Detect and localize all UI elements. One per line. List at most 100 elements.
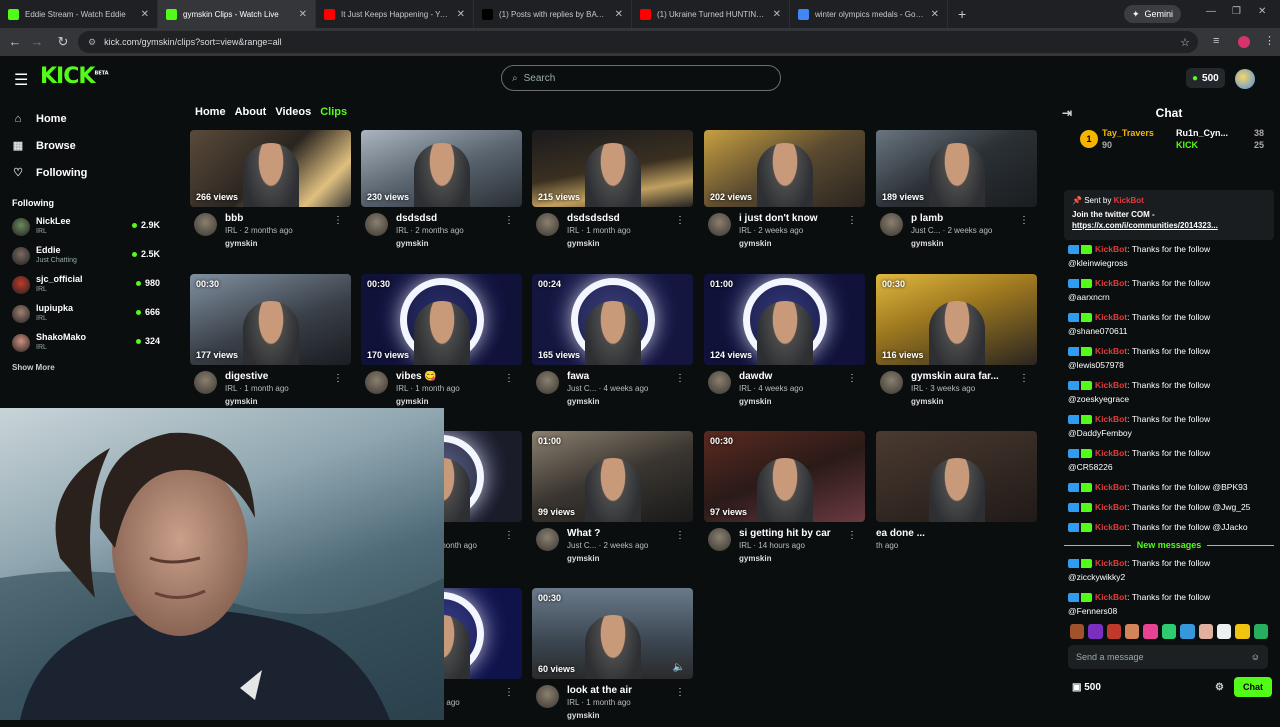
emote-icon[interactable] [1198,624,1213,639]
more-options-icon[interactable]: ⋮ [1019,215,1029,226]
clip-card[interactable]: 00:30 170 views vibes 😋 IRL · 1 month ago gy… [361,274,522,413]
chat-input[interactable]: Send a message ☺ [1068,645,1268,669]
tab-about[interactable]: About [235,106,267,118]
profile-avatar[interactable] [1238,36,1250,48]
emote-icon[interactable] [1216,624,1232,639]
clip-thumbnail[interactable]: 00:30 60 views 🔈 [532,588,693,679]
clip-card[interactable]: 00:30 97 views si getting hit by car IRL · … [704,431,865,570]
more-options-icon[interactable]: ⋮ [675,215,685,226]
channel-avatar[interactable] [365,371,388,394]
clip-title[interactable]: look at the air [567,685,677,696]
sidebar-item-following[interactable]: ♡ Following [0,159,180,186]
tab-close-icon[interactable]: ✕ [931,9,939,20]
channel-avatar[interactable] [536,528,559,551]
clip-title[interactable]: fawa [567,371,677,382]
channel-avatar[interactable] [880,213,903,236]
following-channel[interactable]: NickLee IRL 2.9K [0,212,180,241]
clip-thumbnail[interactable]: 01:00 99 views [532,431,693,522]
new-messages-divider[interactable]: New messages [1058,540,1280,550]
browser-tab[interactable]: Eddie Stream - Watch Eddie ✕ [0,0,158,28]
mentioned-user[interactable]: @shane070611 [1068,326,1128,336]
search-input[interactable]: ⌕ Search [501,65,781,91]
site-info-icon[interactable]: ⚙ [88,37,96,48]
clip-title[interactable]: bbb [225,213,335,224]
send-chat-button[interactable]: Chat [1234,677,1272,697]
clip-card[interactable]: 202 views i just don't know IRL · 2 weeks … [704,130,865,255]
channel-avatar[interactable] [536,685,559,708]
more-options-icon[interactable]: ⋮ [504,687,514,698]
clip-title[interactable]: What ? [567,528,677,539]
mentioned-user[interactable]: @zicckywikky2 [1068,572,1125,582]
emote-icon[interactable] [1235,624,1250,639]
clip-title[interactable]: dawdw [739,371,849,382]
emote-icon[interactable] [1125,624,1140,639]
minimize-icon[interactable]: — [1206,6,1216,17]
clip-thumbnail[interactable] [876,431,1037,522]
clip-title[interactable]: dsdsdsdsd [567,213,677,224]
emote-icon[interactable] [1143,624,1158,639]
clip-thumbnail[interactable]: 202 views [704,130,865,207]
collapse-chat-icon[interactable]: ⇥ [1062,100,1072,126]
clip-thumbnail[interactable]: 00:30 97 views [704,431,865,522]
tab-videos[interactable]: Videos [275,106,311,118]
more-options-icon[interactable]: ⋮ [847,215,857,226]
channel-avatar[interactable] [708,371,731,394]
following-channel[interactable]: sjc_official IRL 980 [0,270,180,299]
user-avatar[interactable] [1235,69,1255,89]
pinned-message[interactable]: 📌 Sent by KickBot Join the twitter COM -… [1064,190,1274,240]
sidebar-item-home[interactable]: ⌂ Home [0,105,180,132]
more-options-icon[interactable]: ⋮ [504,215,514,226]
more-options-icon[interactable]: ⋮ [847,373,857,384]
channel-avatar[interactable] [880,371,903,394]
clip-title[interactable]: si getting hit by car [739,528,849,539]
clip-thumbnail[interactable]: 189 views [876,130,1037,207]
tab-close-icon[interactable]: ✕ [141,9,149,20]
following-channel[interactable]: Eddie Just Chatting 2.5K [0,241,180,270]
pinned-sender[interactable]: KickBot [1114,196,1144,205]
clip-channel[interactable]: gymskin [567,711,599,720]
clip-channel[interactable]: gymskin [396,239,428,248]
channel-avatar[interactable] [194,213,217,236]
emote-icon[interactable] [1253,624,1268,639]
clip-channel[interactable]: gymskin [739,554,771,563]
mentioned-user[interactable]: @Fenners08 [1068,606,1117,616]
clip-thumbnail[interactable]: 01:00 124 views [704,274,865,365]
back-icon[interactable]: ← [4,34,26,49]
tab-close-icon[interactable]: ✕ [773,9,781,20]
chat-username[interactable]: KickBot [1095,522,1127,532]
clip-card[interactable]: 00:30 60 views 🔈 look at the air IRL · 1 mon… [532,588,693,727]
clip-title[interactable]: vibes 😋 [396,371,506,382]
show-more-link[interactable]: Show More [12,363,180,372]
mentioned-user[interactable]: @kleinwiegross [1068,258,1128,268]
channel-avatar[interactable] [536,213,559,236]
more-options-icon[interactable]: ⋮ [675,530,685,541]
leader-1-name[interactable]: Tay_Travers [1102,128,1154,138]
channel-avatar[interactable] [194,371,217,394]
clip-card[interactable]: 230 views dsdsdsd IRL · 2 months ago gymski… [361,130,522,255]
clip-card[interactable]: ea done ... th ago [876,431,1037,570]
kicks-balance[interactable]: ● 500 [1186,68,1225,88]
browser-tab[interactable]: (1) Posts with replies by BATMAN ✕ [474,0,632,28]
clip-card[interactable]: 215 views dsdsdsdsd IRL · 1 month ago gymsk… [532,130,693,255]
leader-2-name[interactable]: Ru1n_Cyn... [1176,128,1228,138]
clip-card[interactable]: 00:30 116 views gymskin aura far... IRL · 3… [876,274,1037,413]
more-options-icon[interactable]: ⋮ [675,373,685,384]
browser-menu-icon[interactable]: ⋮ [1264,34,1275,47]
clip-channel[interactable]: gymskin [911,239,943,248]
clip-thumbnail[interactable]: 00:30 116 views [876,274,1037,365]
clip-channel[interactable]: gymskin [739,239,771,248]
kick-logo[interactable]: KICKBETA [40,64,109,89]
channel-avatar[interactable] [708,528,731,551]
maximize-icon[interactable]: ❐ [1232,6,1241,17]
settings-gear-icon[interactable]: ⚙ [1215,682,1224,693]
chat-username[interactable]: KickBot [1095,312,1127,322]
leader-3-name[interactable]: KICK [1176,140,1198,150]
channel-points[interactable]: ▣ 500 [1072,682,1101,693]
clip-card[interactable]: 00:24 165 views fawa Just C... · 4 weeks ag… [532,274,693,413]
browser-tab[interactable]: winter olympics medals - Google ✕ [790,0,948,28]
pinned-link[interactable]: https://x.com/i/communities/2014323... [1072,221,1266,230]
clip-card[interactable]: 01:00 124 views dawdw IRL · 4 weeks ago gyms… [704,274,865,413]
chat-username[interactable]: KickBot [1095,244,1127,254]
more-options-icon[interactable]: ⋮ [333,215,343,226]
sidebar-item-browse[interactable]: ▦ Browse [0,132,180,159]
